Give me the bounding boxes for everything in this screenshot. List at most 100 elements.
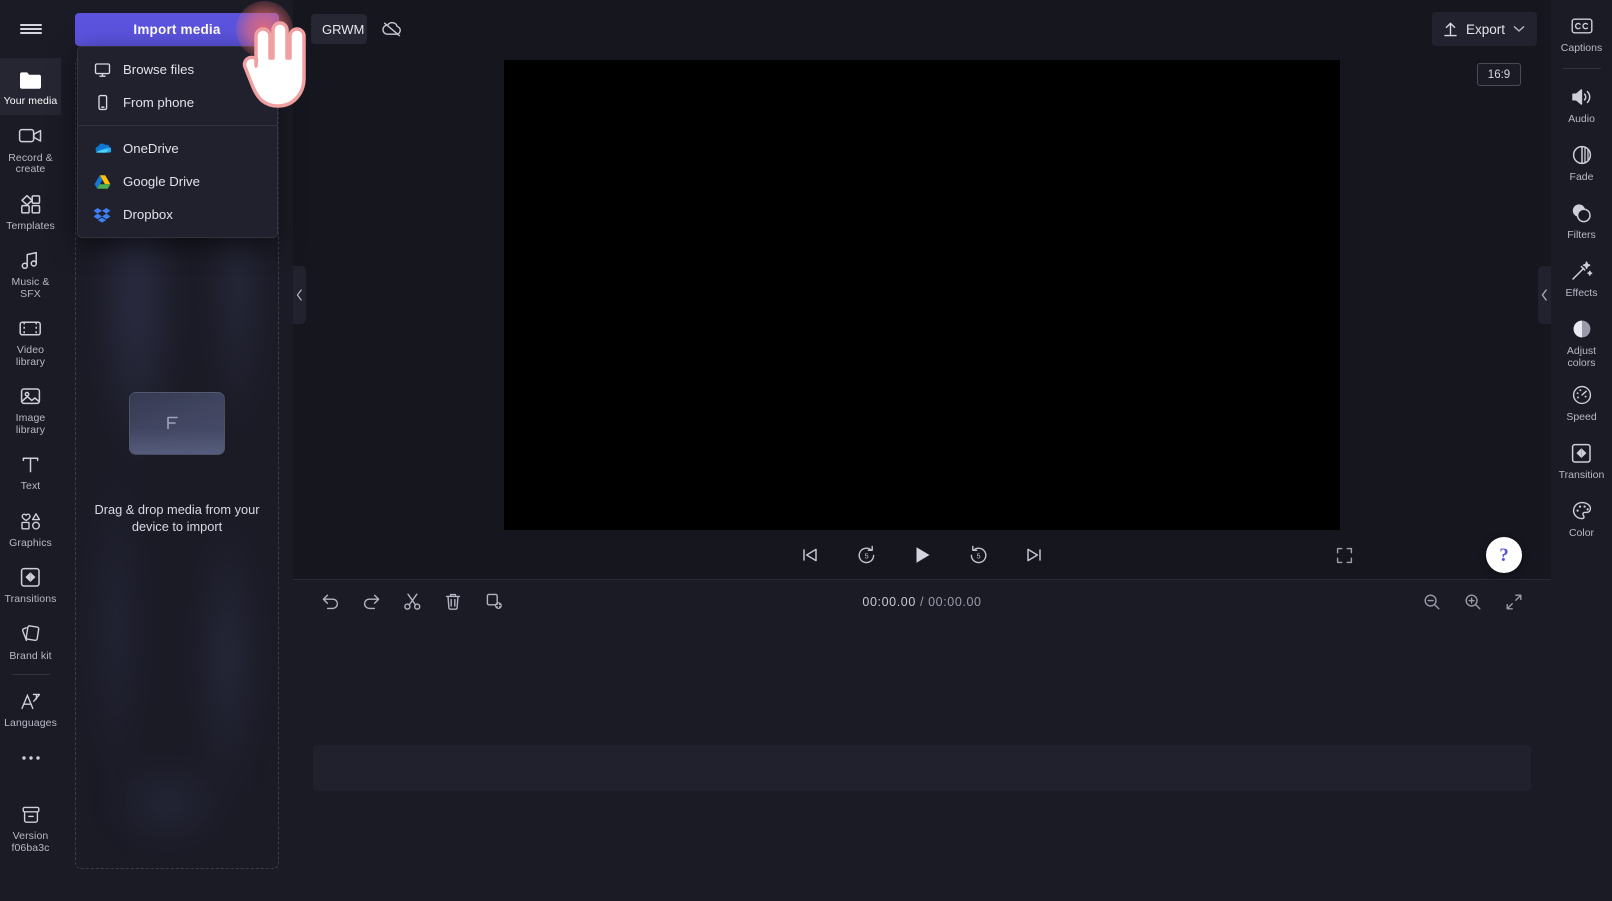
property-item-label: Fade [1570,172,1594,184]
undo-icon[interactable] [319,591,341,613]
timeline-zoom-tools [1421,591,1525,613]
sidebar-item-your-media[interactable]: Your media [0,58,61,115]
app-root: Your media Record & create [0,0,1612,901]
camera-icon [18,124,43,148]
property-item-captions[interactable]: Captions [1551,6,1612,64]
scissors-icon[interactable] [401,591,423,613]
transition-icon [19,565,42,589]
closed-captions-icon [1570,14,1594,38]
trash-icon[interactable] [442,591,464,613]
sidebar-item-label: Music & SFX [2,277,59,300]
timeline-panel: 00:00.00 / 00:00.00 [293,579,1551,901]
property-item-fade[interactable]: Fade [1551,135,1612,193]
timeline-tracks[interactable] [293,623,1551,901]
sidebar-item-transitions[interactable]: Transitions [0,556,61,613]
property-item-label: Transition [1559,470,1605,482]
speedometer-icon [1571,383,1593,407]
skip-to-end-icon[interactable] [1021,542,1047,568]
dropdown-item-label: Browse files [123,62,194,77]
sidebar-divider [12,674,50,675]
translate-icon [19,689,42,713]
sidebar-item-video-library[interactable]: Video library [0,307,61,375]
dropdown-item-label: OneDrive [123,141,179,156]
help-button[interactable]: ? [1486,537,1522,573]
dropdown-item-from-phone[interactable]: From phone [78,86,277,119]
project-title-input[interactable]: GRWM [311,14,367,44]
sidebar-item-brand-kit[interactable]: Brand kit [0,613,61,670]
speaker-icon [1570,85,1594,109]
right-sidebar: Captions Audio Fade [1551,0,1612,901]
forward-5-seconds-icon[interactable]: 5 [965,542,991,568]
aspect-ratio-badge[interactable]: 16:9 [1477,63,1521,86]
sidebar-item-record-create[interactable]: Record & create [0,115,61,183]
property-item-label: Adjust colors [1567,346,1596,369]
top-toolbar-right: Export [1432,12,1537,46]
menu-icon[interactable] [0,0,61,58]
fullscreen-icon[interactable] [1336,547,1353,564]
dropdown-item-label: From phone [123,95,194,110]
sidebar-item-text[interactable]: Text [0,443,61,500]
sidebar-item-label: Video library [2,345,59,368]
dropbox-icon [93,207,111,223]
total-time: 00:00.00 [928,595,981,609]
sidebar-item-music-sfx[interactable]: Music & SFX [0,239,61,307]
timeline-empty-track[interactable] [313,745,1531,791]
sidebar-item-image-library[interactable]: Image library [0,375,61,443]
sidebar-item-graphics[interactable]: Graphics [0,500,61,557]
dropdown-item-dropbox[interactable]: Dropbox [78,198,277,231]
current-time: 00:00.00 [862,595,915,609]
video-preview-stage[interactable] [504,60,1340,530]
play-icon[interactable] [909,542,935,568]
sidebar-item-templates[interactable]: Templates [0,183,61,240]
sidebar-item-version[interactable]: Version f06ba3c [0,793,61,861]
sidebar-item-label: Your media [4,96,58,108]
sidebar-item-languages[interactable]: Languages [0,680,61,737]
skip-to-start-icon[interactable] [797,542,823,568]
dropdown-item-browse-files[interactable]: Browse files [78,53,277,86]
collapse-left-panel-button[interactable] [293,266,306,324]
templates-icon [19,192,42,216]
redo-icon[interactable] [360,591,382,613]
sidebar-item-label: Graphics [9,538,52,550]
export-label: Export [1466,22,1505,37]
property-item-speed[interactable]: Speed [1551,375,1612,433]
property-item-filters[interactable]: Filters [1551,193,1612,251]
dropdown-item-onedrive[interactable]: OneDrive [78,132,277,165]
property-item-color[interactable]: Color [1551,491,1612,549]
property-item-label: Captions [1561,43,1602,55]
cloud-off-icon[interactable] [375,14,409,44]
dropdown-divider [78,125,277,126]
player-controls: 5 5 [293,531,1551,579]
palette-icon [1571,499,1593,523]
sidebar-item-label: Record & create [2,153,59,176]
fit-to-screen-icon[interactable] [1503,591,1525,613]
shapes-icon [19,509,43,533]
collapse-right-panel-button[interactable] [1538,266,1551,324]
sidebar-item-label: Brand kit [9,651,51,663]
property-item-transition[interactable]: Transition [1551,433,1612,491]
import-media-button[interactable]: Import media [75,13,279,46]
property-item-effects[interactable]: Effects [1551,251,1612,309]
sidebar-item-label: Transitions [4,594,56,606]
sidebar-item-label: Templates [6,221,55,233]
upload-arrow-icon [1443,21,1458,37]
zoom-out-icon[interactable] [1421,591,1443,613]
right-sidebar-divider [1563,68,1601,69]
sidebar-item-feature-flags[interactable] [0,737,61,794]
property-item-label: Speed [1566,412,1596,424]
dropdown-item-google-drive[interactable]: Google Drive [78,165,277,198]
zoom-in-icon[interactable] [1462,591,1484,613]
phone-icon [93,94,111,111]
sidebar-item-label: Image library [2,413,59,436]
dropdown-item-label: Google Drive [123,174,200,189]
rewind-5-seconds-icon[interactable]: 5 [853,542,879,568]
property-item-audio[interactable]: Audio [1551,77,1612,135]
time-separator: / [916,595,928,609]
property-item-adjust-colors[interactable]: Adjust colors [1551,309,1612,375]
brand-cards-icon [19,622,42,646]
export-button[interactable]: Export [1432,12,1537,46]
svg-text:5: 5 [976,552,980,561]
fade-circle-icon [1571,143,1593,167]
duplicate-icon[interactable] [483,591,505,613]
editor-main: GRWM Export [293,0,1551,901]
